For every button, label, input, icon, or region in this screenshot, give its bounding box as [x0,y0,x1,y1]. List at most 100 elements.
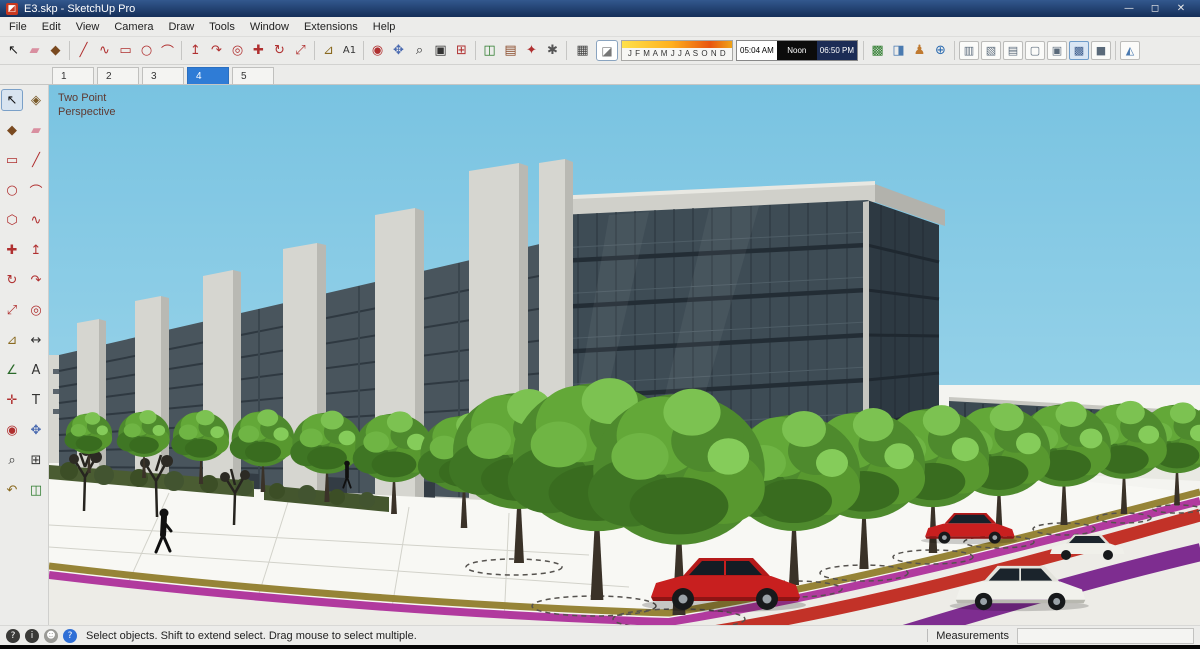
select-tool[interactable]: ↖ [1,89,23,111]
arc-tool[interactable]: ⌒ [26,180,46,200]
menu-draw[interactable]: Draw [168,21,194,33]
select-tool-icon[interactable]: ↖ [3,40,24,61]
eraser-tool-icon[interactable]: ▰ [24,40,45,61]
model-viewport[interactable]: Two Point Perspective [49,85,1200,625]
scene-tab-4-active[interactable]: 4 [187,67,229,84]
menu-view[interactable]: View [76,21,100,33]
menu-help[interactable]: Help [373,21,396,33]
text-tool[interactable]: A [26,360,46,380]
tape-measure-tool-icon[interactable]: ⊿ [318,40,339,61]
scene-tab-3[interactable]: 3 [142,67,184,84]
follow-me-tool[interactable]: ↷ [26,270,46,290]
globe-icon[interactable]: ⊕ [930,40,951,61]
large-tool-set: ↖ ◈ ◆ ▰ ▭ ╱ ○ ⌒ ⬡ ∿ ✚ ↥ ↻ ↷ ⤢ ◎ ⊿ ↔ ∠ A … [0,85,49,625]
scale-tool-icon[interactable]: ⤢ [290,40,311,61]
offset-tool-icon[interactable]: ◎ [227,40,248,61]
shadow-toggle-button[interactable]: ◪ [596,40,618,61]
menu-edit[interactable]: Edit [42,21,61,33]
tape-measure-tool[interactable]: ⊿ [2,330,22,350]
close-button[interactable]: ✕ [1168,3,1194,14]
zoom-tool[interactable]: ⌕ [2,450,22,470]
help-icon[interactable]: ? [6,628,20,643]
rectangle-tool[interactable]: ▭ [2,150,22,170]
rotate-tool[interactable]: ↻ [2,270,22,290]
section-plane-tool-icon[interactable]: ◫ [479,40,500,61]
toolbar-separator [363,41,364,60]
person-icon[interactable]: ♟ [909,40,930,61]
menu-window[interactable]: Window [250,21,289,33]
freehand-tool-icon[interactable]: ∿ [94,40,115,61]
style-shaded-icon[interactable]: ▣ [1047,41,1067,60]
person-status-icon[interactable]: ☻ [44,628,58,643]
dimension-tool-icon[interactable]: A1 [339,40,360,61]
shadow-date-gradient [622,41,732,48]
move-tool[interactable]: ✚ [2,240,22,260]
3d-warehouse-icon[interactable]: ▤ [500,40,521,61]
paint-bucket-tool-icon[interactable]: ◆ [45,40,66,61]
scene-tab-5[interactable]: 5 [232,67,274,84]
shadow-settings-icon[interactable]: ▦ [572,40,593,61]
maximize-button[interactable]: ◻ [1142,3,1168,14]
window-title: E3.skp - SketchUp Pro [24,2,136,15]
circle-tool-icon[interactable]: ○ [136,40,157,61]
extension-warehouse-icon[interactable]: ✦ [521,40,542,61]
menu-file[interactable]: File [9,21,27,33]
orbit-tool[interactable]: ◉ [2,420,22,440]
shadow-date-slider[interactable]: J F M A M J J A S O N D [621,40,733,61]
minimize-button[interactable]: — [1116,3,1142,14]
push-pull-tool[interactable]: ↥ [26,240,46,260]
scene-tab-2[interactable]: 2 [97,67,139,84]
offset-tool[interactable]: ◎ [26,300,46,320]
orbit-tool-icon[interactable]: ◉ [367,40,388,61]
info-icon[interactable]: i [25,628,39,643]
zoom-window-tool-icon[interactable]: ▣ [430,40,451,61]
model-scene[interactable] [49,85,1200,625]
iso-view-icon[interactable]: ◭ [1120,41,1140,60]
previous-view-tool[interactable]: ↶ [2,480,22,500]
scale-tool[interactable]: ⤢ [2,300,22,320]
style-back-edges-icon[interactable]: ▧ [981,41,1001,60]
pan-tool-icon[interactable]: ✥ [388,40,409,61]
protractor-tool[interactable]: ∠ [2,360,22,380]
push-pull-tool-icon[interactable]: ↥ [185,40,206,61]
pan-tool[interactable]: ✥ [26,420,46,440]
style-monochrome-icon[interactable]: ■ [1091,41,1111,60]
follow-me-tool-icon[interactable]: ↷ [206,40,227,61]
style-hidden-line-icon[interactable]: ▢ [1025,41,1045,60]
freehand-tool[interactable]: ∿ [26,210,46,230]
toolbar-separator [954,41,955,60]
get-location-icon[interactable]: ▩ [867,40,888,61]
style-xray-icon[interactable]: ▥ [959,41,979,60]
rectangle-tool-icon[interactable]: ▭ [115,40,136,61]
paint-bucket-tool[interactable]: ◆ [2,120,22,140]
zoom-extents-tool-icon[interactable]: ⊞ [451,40,472,61]
photo-textures-icon[interactable]: ◨ [888,40,909,61]
zoom-extents-tool[interactable]: ⊞ [26,450,46,470]
toolbar-separator [69,41,70,60]
arc-tool-icon[interactable]: ⌒ [157,40,178,61]
axes-tool[interactable]: ✛ [2,390,22,410]
model-info-icon[interactable]: ✱ [542,40,563,61]
make-component-tool[interactable]: ◈ [26,90,46,110]
menu-extensions[interactable]: Extensions [304,21,358,33]
section-plane-tool[interactable]: ◫ [26,480,46,500]
dimension-tool[interactable]: ↔ [26,330,46,350]
measurements-input[interactable] [1017,627,1194,644]
menu-camera[interactable]: Camera [114,21,153,33]
polygon-tool[interactable]: ⬡ [2,210,22,230]
circle-tool[interactable]: ○ [2,180,22,200]
eraser-tool[interactable]: ▰ [26,120,46,140]
move-tool-icon[interactable]: ✚ [248,40,269,61]
scene-tab-1[interactable]: 1 [52,67,94,84]
line-tool-icon[interactable]: ╱ [73,40,94,61]
line-tool[interactable]: ╱ [26,150,46,170]
rotate-tool-icon[interactable]: ↻ [269,40,290,61]
style-wireframe-icon[interactable]: ▤ [1003,41,1023,60]
style-shaded-textures-icon[interactable]: ▩ [1069,41,1089,60]
question-icon[interactable]: ? [63,628,77,643]
menu-tools[interactable]: Tools [209,21,235,33]
toolbar-separator [475,41,476,60]
shadow-time-slider[interactable]: 05:04 AM Noon 06:50 PM [736,40,858,61]
zoom-tool-icon[interactable]: ⌕ [409,40,430,61]
3d-text-tool[interactable]: T [26,390,46,410]
